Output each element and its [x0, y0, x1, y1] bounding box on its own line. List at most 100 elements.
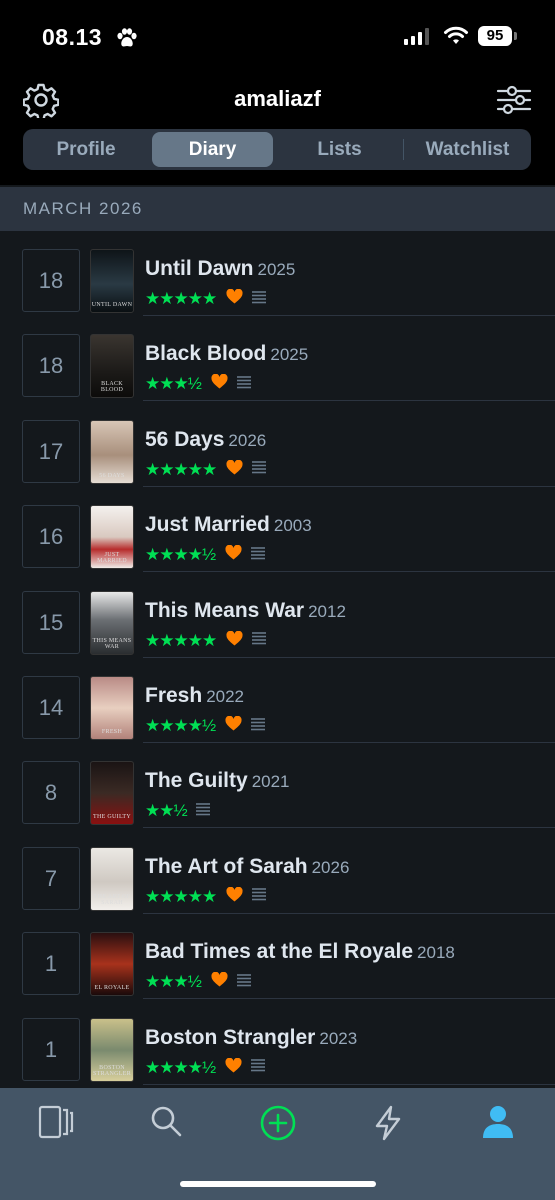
battery-indicator: 95	[478, 26, 512, 46]
liked-heart-icon	[225, 715, 242, 736]
film-poster[interactable]: 56 DAYS	[90, 419, 134, 484]
diary-day-box[interactable]: 17	[22, 419, 80, 483]
star-rating: ★★★½	[145, 972, 202, 992]
star-rating: ★★★★★	[145, 459, 217, 479]
film-year: 2026	[228, 430, 267, 450]
star-rating: ★★★★½	[145, 1057, 216, 1077]
liked-heart-icon	[211, 971, 228, 992]
diary-entry-row[interactable]: 7 THE ART OF SARAH The Art of Sarah 2026 ★★★…	[0, 829, 555, 914]
diary-day-box[interactable]: 8	[22, 761, 80, 825]
diary-day-box[interactable]: 1	[22, 932, 80, 996]
status-bar: 08.13 95	[0, 0, 555, 70]
tab-watchlist[interactable]: Watchlist	[407, 132, 528, 167]
film-poster[interactable]: THE GUILTY	[90, 761, 134, 826]
film-title[interactable]: This Means War 2012	[145, 599, 346, 623]
film-title-text: Just Married	[145, 513, 270, 537]
film-year: 2018	[417, 943, 455, 963]
film-title-text: Boston Strangler	[145, 1025, 316, 1049]
star-rating: ★★★★½	[145, 545, 216, 565]
wifi-icon	[444, 26, 468, 44]
film-title[interactable]: Until Dawn 2025	[145, 257, 295, 281]
film-poster[interactable]: BLACK BLOOD	[90, 334, 134, 399]
liked-heart-icon	[226, 886, 243, 907]
film-poster[interactable]: BOSTON STRANGLER	[90, 1017, 134, 1082]
film-title-text: 56 Days	[145, 427, 225, 451]
review-lines-icon	[251, 631, 267, 650]
star-rating: ★★½	[145, 801, 188, 821]
film-poster[interactable]: FRESH	[90, 676, 134, 740]
star-rating: ★★★★½	[145, 716, 216, 735]
film-title[interactable]: The Guilty 2021	[145, 769, 290, 793]
film-year: 2012	[308, 601, 346, 621]
film-title-text: Black Blood	[145, 342, 267, 366]
filter-sliders-icon[interactable]	[496, 85, 532, 115]
film-title[interactable]: Bad Times at the El Royale 2018	[145, 940, 455, 964]
entry-meta: ★★½	[145, 801, 211, 821]
diary-day-box[interactable]: 18	[22, 334, 80, 398]
entry-meta: ★★★★★	[145, 886, 267, 907]
film-poster-text: THE ART OF SARAH	[93, 893, 131, 906]
diary-day-box[interactable]: 1	[22, 1017, 80, 1081]
diary-day-box[interactable]: 14	[22, 676, 80, 739]
entry-meta: ★★★★½	[145, 544, 266, 565]
film-year: 2003	[273, 516, 312, 536]
diary-entry-row[interactable]: 16 JUST MARRIED Just Married 2003 ★★★★½	[0, 487, 555, 573]
diary-entry-row[interactable]: 8 THE GUILTY The Guilty 2021 ★★½	[0, 743, 555, 829]
film-title-text: Bad Times at the El Royale	[145, 940, 414, 964]
film-poster-text: FRESH	[101, 729, 123, 735]
review-lines-icon	[250, 1058, 266, 1077]
film-title-text: The Guilty	[145, 769, 248, 793]
liked-heart-icon	[225, 544, 242, 565]
review-lines-icon	[250, 717, 266, 736]
film-poster[interactable]: THIS MEANS WAR	[90, 590, 134, 655]
entry-meta: ★★★★★	[145, 288, 267, 309]
diary-day-box[interactable]: 18	[22, 249, 80, 312]
films-icon[interactable]	[37, 1104, 75, 1140]
star-rating: ★★★★★	[145, 886, 217, 906]
search-icon[interactable]	[150, 1104, 184, 1140]
diary-day-box[interactable]: 16	[22, 505, 80, 569]
film-title[interactable]: Just Married 2003	[145, 513, 312, 537]
liked-heart-icon	[226, 459, 243, 480]
film-year: 2025	[257, 260, 296, 279]
diary-day-box[interactable]: 7	[22, 846, 80, 910]
film-poster[interactable]: UNTIL DAWN	[90, 249, 134, 313]
profile-icon[interactable]	[481, 1104, 515, 1140]
film-title-text: Until Dawn	[145, 257, 254, 280]
film-title[interactable]: 56 Days 2026	[145, 428, 266, 452]
tab-divider	[403, 139, 404, 160]
film-title[interactable]: Boston Strangler 2023	[145, 1026, 357, 1050]
film-year: 2022	[206, 687, 245, 706]
film-year: 2025	[270, 345, 309, 365]
film-title[interactable]: Fresh 2022	[145, 684, 244, 708]
film-poster-text: BOSTON STRANGLER	[92, 1064, 132, 1077]
film-poster-text: 56 DAYS	[99, 472, 125, 479]
tab-profile[interactable]: Profile	[26, 132, 146, 167]
film-title[interactable]: The Art of Sarah 2026	[145, 855, 349, 879]
row-divider	[143, 1083, 555, 1085]
home-indicator	[180, 1181, 376, 1187]
film-poster[interactable]: JUST MARRIED	[90, 505, 134, 570]
diary-entry-row[interactable]: 1 BOSTON STRANGLER Boston Strangler 2023 ★★★…	[0, 1000, 555, 1085]
diary-entry-row[interactable]: 14 FRESH Fresh 2022 ★★★★½	[0, 658, 555, 743]
diary-entry-row[interactable]: 1 EL ROYALE Bad Times at the El Royale 2018…	[0, 914, 555, 1000]
diary-day-box[interactable]: 15	[22, 590, 80, 654]
film-year: 2021	[251, 772, 290, 792]
diary-entry-row[interactable]: 18 BLACK BLOOD Black Blood 2025 ★★★½	[0, 316, 555, 402]
activity-icon[interactable]	[372, 1104, 404, 1142]
profile-username: amaliazf	[234, 86, 321, 111]
tab-lists[interactable]: Lists	[279, 132, 400, 167]
diary-entry-row[interactable]: 17 56 DAYS 56 Days 2026 ★★★★★	[0, 402, 555, 487]
diary-entry-row[interactable]: 18 UNTIL DAWN Until Dawn 2025 ★★★★★	[0, 231, 555, 316]
film-title-text: Fresh	[145, 684, 203, 707]
add-icon[interactable]	[259, 1104, 297, 1142]
tab-diary[interactable]: Diary	[152, 132, 273, 167]
film-poster[interactable]: THE ART OF SARAH	[90, 846, 134, 911]
diary-entry-row[interactable]: 15 THIS MEANS WAR This Means War 2012 ★★★★★	[0, 573, 555, 658]
film-title[interactable]: Black Blood 2025	[145, 342, 308, 366]
entry-meta: ★★★★½	[145, 1057, 266, 1078]
star-rating: ★★★★★	[145, 289, 217, 308]
star-rating: ★★★★★	[145, 630, 217, 650]
entry-meta: ★★★½	[145, 971, 252, 992]
film-poster[interactable]: EL ROYALE	[90, 932, 134, 997]
